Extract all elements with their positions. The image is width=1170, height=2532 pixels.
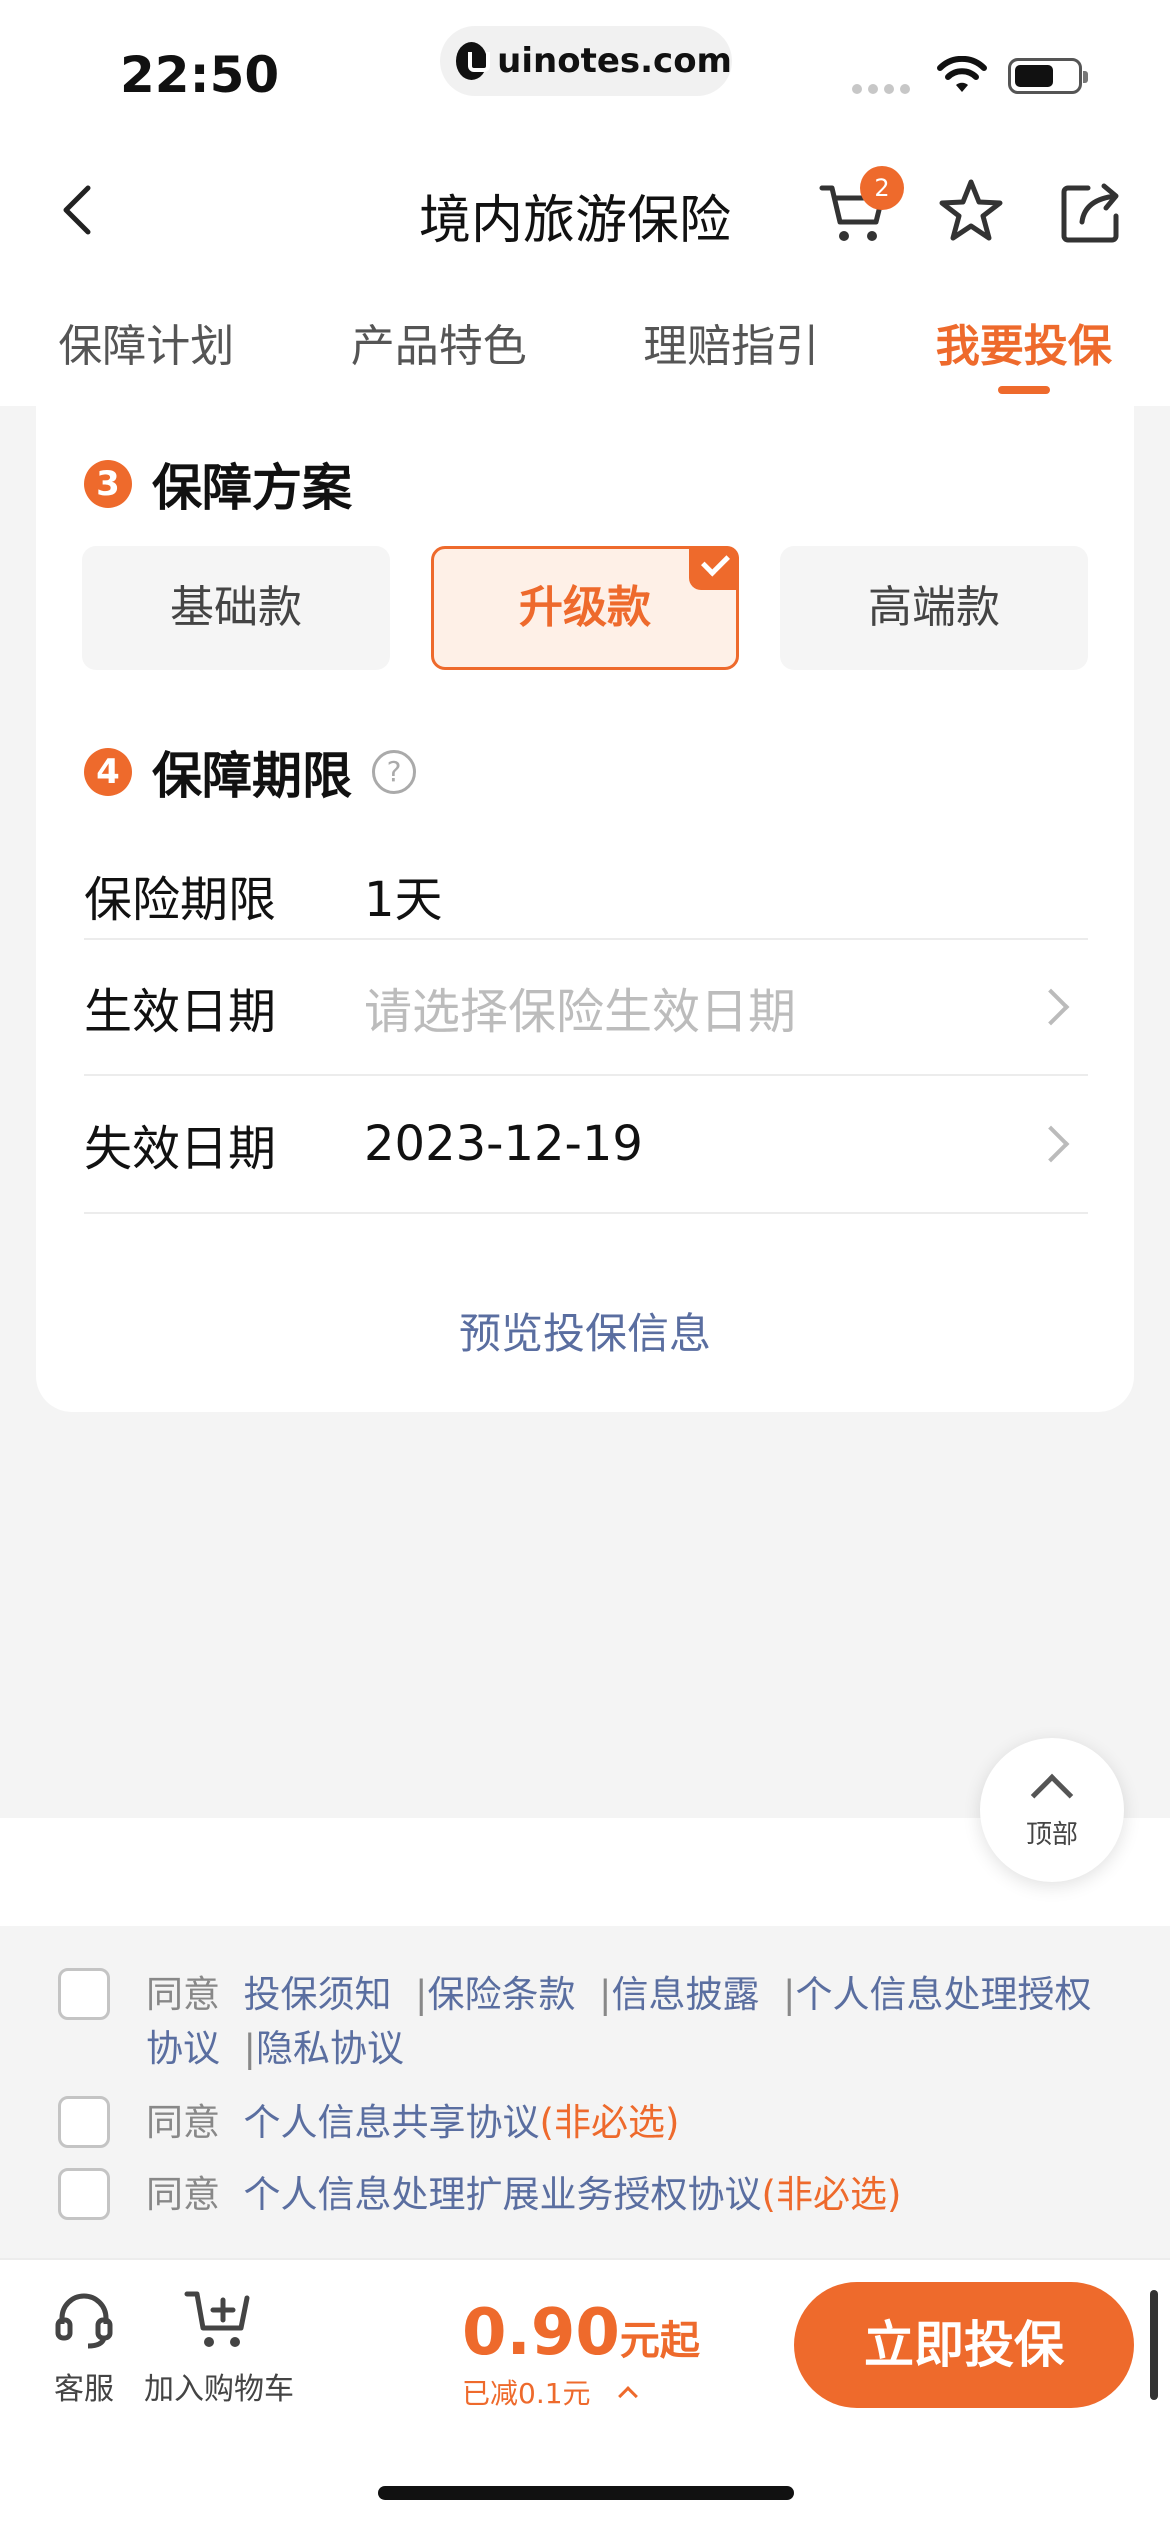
- link-notice[interactable]: 投保须知: [244, 1973, 392, 2016]
- agreements-section: 同意 投保须知 |保险条款 |信息披露 |个人信息处理授权协议 |隐私协议 同意…: [0, 1928, 1170, 2258]
- cart-label: 加入购物车: [144, 2372, 294, 2407]
- row-label: 失效日期: [84, 1121, 277, 1177]
- buy-now-button[interactable]: 立即投保: [794, 2282, 1134, 2408]
- selected-check-icon: [689, 546, 739, 590]
- chevron-right-icon: [1032, 1125, 1070, 1163]
- agree-label: 同意: [146, 1973, 220, 2016]
- step-number: 4: [84, 748, 132, 796]
- preview-info-link[interactable]: 预览投保信息: [36, 1300, 1134, 1361]
- signal-icon: [852, 84, 910, 94]
- tab-product-features[interactable]: 产品特色: [293, 280, 586, 406]
- favorite-star-icon[interactable]: [936, 176, 1006, 246]
- agreement-row-sharing: 同意 个人信息共享协议(非必选): [58, 2096, 1116, 2150]
- customer-service-button[interactable]: 客服: [52, 2288, 116, 2408]
- status-bar: 22:50 uinotes.com: [0, 0, 1170, 140]
- link-privacy[interactable]: 隐私协议: [256, 2027, 404, 2070]
- step-number: 3: [84, 460, 132, 508]
- section-tabs: 保障计划 产品特色 理赔指引 我要投保: [0, 280, 1170, 406]
- effective-date-placeholder[interactable]: 请选择保险生效日期: [364, 972, 1038, 1042]
- to-top-label: 顶部: [1025, 1820, 1078, 1850]
- discount-text: 已减0.1元: [462, 2377, 591, 2410]
- url-text: uinotes.com: [497, 41, 732, 81]
- link-info-sharing[interactable]: 个人信息共享协议: [244, 2101, 540, 2144]
- plan-label: 高端款: [868, 582, 1000, 633]
- agree-label: 同意: [146, 2101, 220, 2144]
- agreement-text: 同意 个人信息处理扩展业务授权协议(非必选): [146, 2168, 1116, 2222]
- home-indicator[interactable]: [378, 2486, 794, 2500]
- expiry-date-row[interactable]: 失效日期 2023-12-19: [84, 1076, 1088, 1214]
- price-block: 0.90元起 已减0.1元: [462, 2296, 700, 2412]
- scroll-to-top-button[interactable]: 顶部: [980, 1738, 1124, 1882]
- tab-coverage-plan[interactable]: 保障计划: [0, 280, 293, 406]
- headset-icon: [55, 2293, 113, 2349]
- optional-tag: (非必选): [761, 2173, 902, 2216]
- section-title: 保障期限: [152, 747, 352, 805]
- nav-bar: 境内旅游保险 2: [0, 140, 1170, 280]
- section-title: 保障方案: [152, 459, 352, 517]
- tab-buy-insurance[interactable]: 我要投保: [878, 280, 1170, 406]
- insurance-form-card: 3 保障方案 基础款 升级款 高端款 4 保障期限 ? 保险期限 1天 生效日期…: [36, 406, 1134, 1412]
- chevron-up-icon: [1030, 1773, 1074, 1817]
- service-label: 客服: [54, 2372, 114, 2407]
- url-pill[interactable]: uinotes.com: [440, 26, 732, 96]
- agreement-text: 同意 投保须知 |保险条款 |信息披露 |个人信息处理授权协议 |隐私协议: [146, 1973, 1092, 2070]
- tab-claims-guide[interactable]: 理赔指引: [585, 280, 878, 406]
- optional-tag: (非必选): [539, 2101, 680, 2144]
- plan-option-upgrade[interactable]: 升级款: [431, 546, 739, 670]
- link-terms[interactable]: 保险条款: [428, 1973, 576, 2016]
- agreement-text: 同意 个人信息共享协议(非必选): [146, 2096, 1116, 2150]
- plan-option-basic[interactable]: 基础款: [82, 546, 390, 670]
- chevron-right-icon: [1032, 988, 1070, 1026]
- price-unit: 元起: [619, 2318, 700, 2364]
- wifi-icon: [937, 56, 987, 92]
- plan-label: 基础款: [170, 582, 302, 633]
- plan-label: 升级款: [519, 582, 651, 633]
- agreement-row-extended: 同意 个人信息处理扩展业务授权协议(非必选): [58, 2168, 1116, 2222]
- link-disclosure[interactable]: 信息披露: [612, 1973, 760, 2016]
- chevron-up-icon: [617, 2386, 638, 2406]
- battery-icon: [1008, 58, 1088, 94]
- agree-label: 同意: [146, 2173, 220, 2216]
- plan-option-premium[interactable]: 高端款: [780, 546, 1088, 670]
- agree-checkbox[interactable]: [58, 2168, 110, 2220]
- help-icon[interactable]: ?: [372, 750, 416, 794]
- status-time: 22:50: [120, 46, 280, 104]
- scrollbar[interactable]: [1150, 2290, 1158, 2400]
- plan-options: 基础款 升级款 高端款: [82, 546, 1088, 670]
- add-to-cart-button[interactable]: 加入购物车: [144, 2288, 294, 2408]
- cart-count-badge: 2: [860, 166, 904, 210]
- row-label: 保险期限: [84, 872, 277, 928]
- effective-date-row[interactable]: 生效日期 请选择保险生效日期: [84, 938, 1088, 1076]
- agreement-row-main: 同意 投保须知 |保险条款 |信息披露 |个人信息处理授权协议 |隐私协议: [58, 1968, 1116, 2076]
- plan-section-header: 3 保障方案: [84, 448, 352, 520]
- add-cart-icon: [184, 2291, 250, 2347]
- period-section-header: 4 保障期限 ?: [84, 736, 416, 808]
- site-lock-icon: [456, 42, 491, 80]
- agree-checkbox[interactable]: [58, 1968, 110, 2020]
- agree-checkbox[interactable]: [58, 2096, 110, 2148]
- row-value: 2023-12-19: [364, 1116, 643, 1172]
- price-value: 0.90: [462, 2296, 620, 2370]
- discount-toggle[interactable]: 已减0.1元: [462, 2372, 700, 2412]
- link-extended-auth[interactable]: 个人信息处理扩展业务授权协议: [244, 2173, 762, 2216]
- share-icon[interactable]: [1058, 180, 1124, 246]
- row-label: 生效日期: [84, 984, 277, 1040]
- row-value: 1天: [364, 872, 443, 928]
